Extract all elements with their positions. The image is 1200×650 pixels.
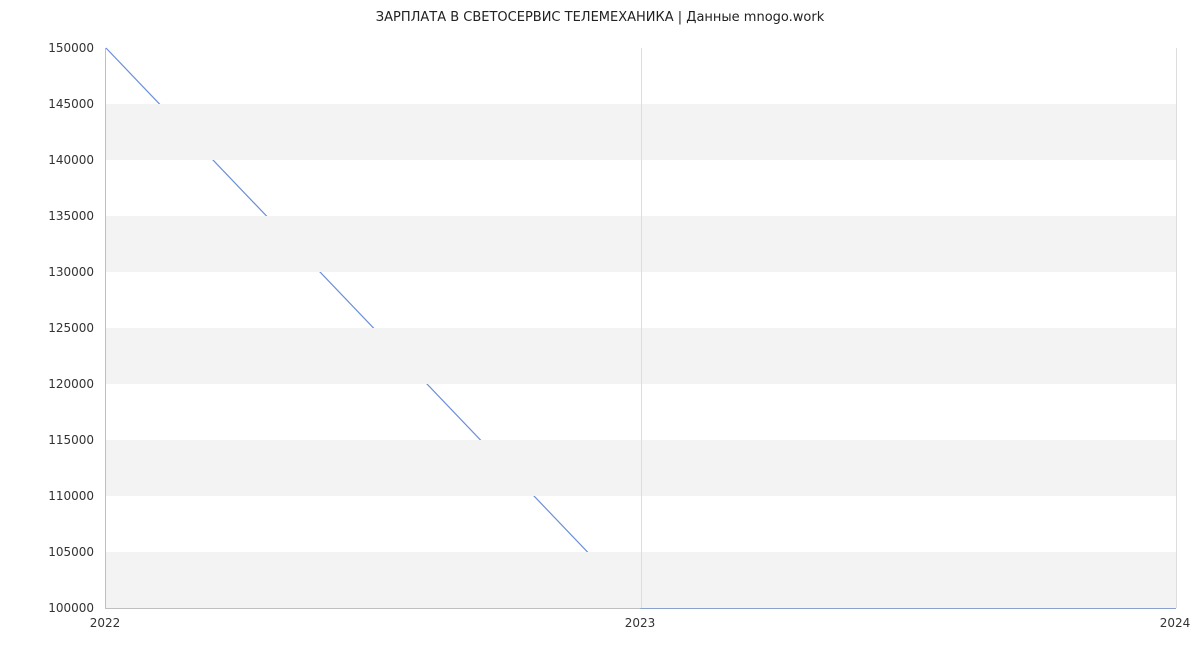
y-tick-label: 115000 — [0, 433, 100, 447]
grid-vline — [1176, 48, 1177, 608]
y-tick-label: 150000 — [0, 41, 100, 55]
plot-area — [105, 48, 1176, 609]
x-tick-label: 2023 — [625, 616, 656, 630]
x-tick-label: 2024 — [1160, 616, 1191, 630]
y-tick-label: 110000 — [0, 489, 100, 503]
y-tick-label: 125000 — [0, 321, 100, 335]
y-tick-label: 140000 — [0, 153, 100, 167]
y-tick-label: 145000 — [0, 97, 100, 111]
grid-vline — [641, 48, 642, 608]
y-tick-label: 130000 — [0, 265, 100, 279]
y-tick-label: 100000 — [0, 601, 100, 615]
y-tick-label: 105000 — [0, 545, 100, 559]
chart-container: ЗАРПЛАТА В СВЕТОСЕРВИС ТЕЛЕМЕХАНИКА | Да… — [0, 0, 1200, 650]
y-tick-label: 135000 — [0, 209, 100, 223]
y-tick-label: 120000 — [0, 377, 100, 391]
chart-title: ЗАРПЛАТА В СВЕТОСЕРВИС ТЕЛЕМЕХАНИКА | Да… — [0, 10, 1200, 25]
x-tick-label: 2022 — [90, 616, 121, 630]
